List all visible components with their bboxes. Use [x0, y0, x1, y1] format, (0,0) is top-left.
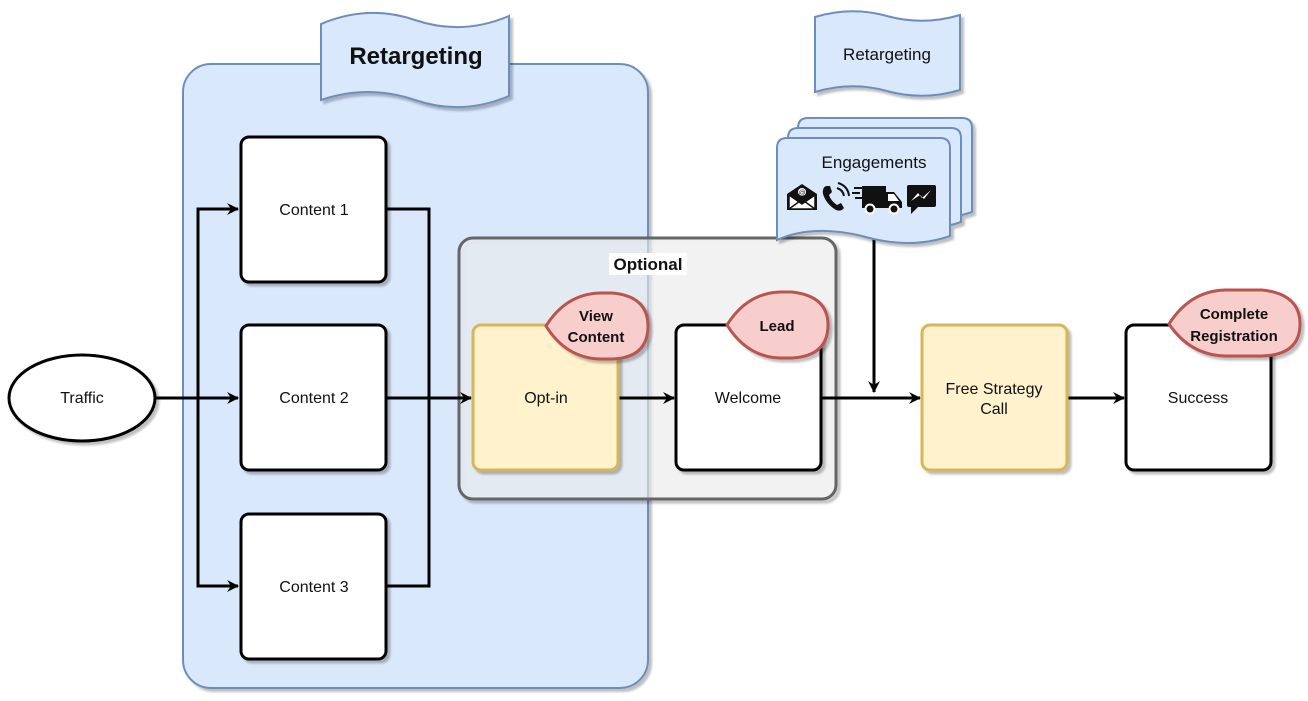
view-content-line1: View: [579, 308, 613, 325]
svg-text:@: @: [798, 190, 805, 197]
complete-registration-line1: Complete: [1200, 306, 1268, 323]
funnel-diagram: Retargeting Optional Traffic Content 1 C…: [7, 10, 1302, 689]
content-3-label: Content 3: [279, 579, 348, 596]
strategy-call-label-line2: Call: [980, 401, 1008, 418]
engagements-node[interactable]: [776, 117, 973, 244]
traffic-label: Traffic: [60, 390, 104, 407]
retargeting-tag-label: Retargeting: [843, 45, 931, 64]
lead-label: Lead: [759, 318, 794, 335]
engagements-title: Engagements: [822, 153, 927, 172]
optional-group-title: Optional: [614, 255, 683, 274]
complete-registration-event[interactable]: [1167, 288, 1302, 358]
success-label: Success: [1168, 390, 1228, 407]
welcome-label: Welcome: [715, 390, 781, 407]
content-1-label: Content 1: [279, 202, 348, 219]
content-2-label: Content 2: [279, 390, 348, 407]
optin-label: Opt-in: [524, 390, 568, 407]
complete-registration-line2: Registration: [1190, 328, 1278, 345]
view-content-line2: Content: [568, 329, 625, 346]
strategy-call-label-line1: Free Strategy: [946, 381, 1043, 398]
retargeting-group-title: Retargeting: [349, 43, 482, 70]
